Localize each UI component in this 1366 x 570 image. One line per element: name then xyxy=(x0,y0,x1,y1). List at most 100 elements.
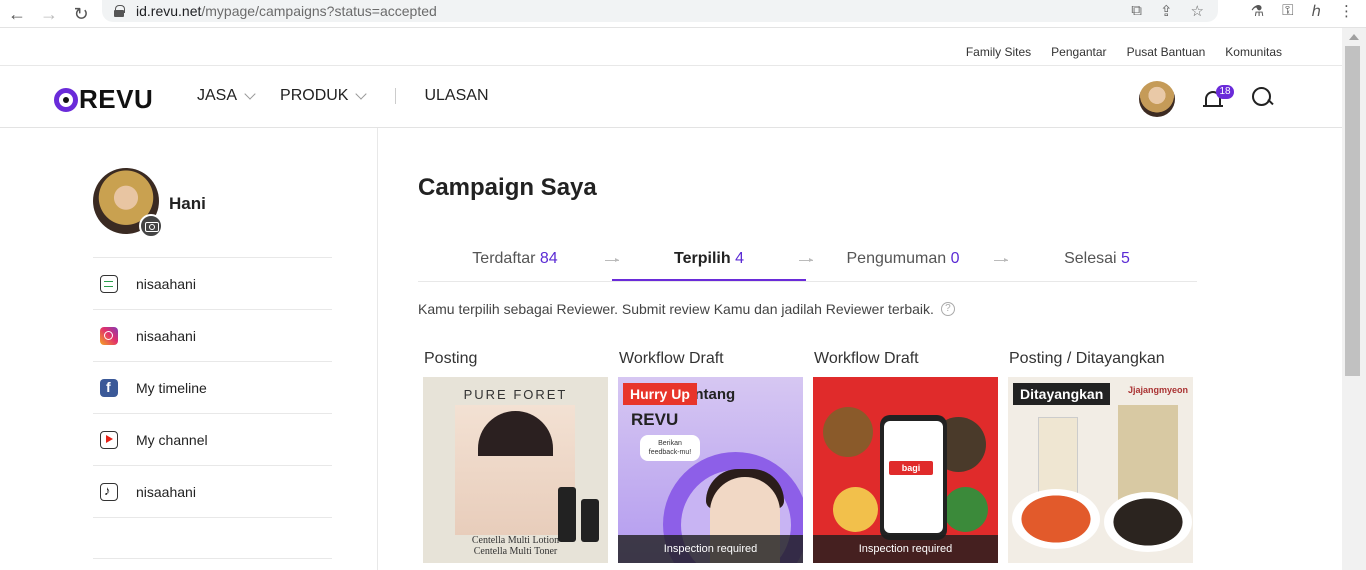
thumbnail-logo: REVU xyxy=(631,410,679,429)
campaign-main: Campaign Saya Terdaftar 84 Terpilih 4 Pe… xyxy=(378,128,1342,570)
card-status: Posting xyxy=(424,350,478,367)
channel-label: My channel xyxy=(136,431,208,448)
tab-terdaftar[interactable]: Terdaftar 84 xyxy=(418,240,612,281)
channel-facebook[interactable]: My timeline xyxy=(93,362,332,414)
komunitas-link[interactable]: Komunitas xyxy=(1225,45,1282,59)
tab-label: Terdaftar xyxy=(472,250,536,267)
tab-pengumuman[interactable]: Pengumuman 0 xyxy=(806,240,1000,281)
pusat-bantuan-link[interactable]: Pusat Bantuan xyxy=(1127,45,1206,59)
tab-label: Selesai xyxy=(1064,250,1117,267)
lock-icon[interactable] xyxy=(114,5,125,17)
thumbnail-brand: Jjajangmyeon xyxy=(1128,385,1189,395)
share-icon[interactable]: ⇪ xyxy=(1160,2,1173,20)
channel-instagram[interactable]: nisaahani xyxy=(93,310,332,362)
notification-button[interactable]: 18 xyxy=(1203,85,1234,108)
channel-label: nisaahani xyxy=(136,327,196,344)
tab-count: 5 xyxy=(1121,250,1130,267)
arrow-right-icon xyxy=(605,258,619,262)
browser-toolbar: ← → ↻ id.revu.net/mypage/campaigns?statu… xyxy=(0,0,1366,28)
revu-logo[interactable]: REVU xyxy=(54,84,153,115)
pengantar-link[interactable]: Pengantar xyxy=(1051,45,1106,59)
tab-selesai[interactable]: Selesai 5 xyxy=(1000,240,1194,281)
notice-text: Kamu terpilih sebagai Reviewer. Submit r… xyxy=(418,301,934,317)
tab-label: Pengumuman xyxy=(846,250,947,267)
bookmark-star-icon[interactable]: ☆ xyxy=(1191,2,1204,20)
campaign-card[interactable]: Posting PURE FORET Centella Multi Lotion… xyxy=(423,350,608,563)
main-menu: JASA PRODUK ULASAN xyxy=(197,87,515,105)
reload-icon[interactable]: ↻ xyxy=(72,5,90,23)
card-thumbnail[interactable]: PURE FORET Centella Multi Lotion Centell… xyxy=(423,377,608,563)
campaign-card[interactable]: Workflow Draft Tentang REVU Berikan feed… xyxy=(618,350,803,563)
url-host: id.revu.net xyxy=(136,3,202,19)
notification-badge: 18 xyxy=(1216,85,1234,99)
camera-icon[interactable] xyxy=(139,214,163,238)
extension-lab-icon[interactable]: ⚗ xyxy=(1251,2,1264,20)
browser-nav: ← → ↻ xyxy=(0,5,100,23)
tiktok-icon xyxy=(100,482,118,501)
menu-ulasan-label: ULASAN xyxy=(424,87,489,104)
tab-count: 4 xyxy=(735,250,744,267)
scroll-up-arrow-icon[interactable] xyxy=(1349,34,1359,40)
menu-divider xyxy=(395,88,397,104)
inspection-overlay: Inspection required xyxy=(618,535,803,563)
menu-jasa[interactable]: JASA xyxy=(197,87,256,105)
scrollbar-thumb[interactable] xyxy=(1345,46,1360,376)
tab-label: Terpilih xyxy=(674,250,731,267)
channel-label: My timeline xyxy=(136,379,207,396)
page-title: Campaign Saya xyxy=(418,174,597,201)
sidebar-divider xyxy=(93,558,332,559)
site-header: REVU JASA PRODUK ULASAN 18 xyxy=(0,67,1342,128)
menu-produk[interactable]: PRODUK xyxy=(280,87,368,105)
tab-count: 0 xyxy=(950,250,960,267)
campaign-tabs: Terdaftar 84 Terpilih 4 Pengumuman 0 Sel… xyxy=(418,240,1197,282)
card-thumbnail[interactable]: Jjajangmyeon Ditayangkan xyxy=(1008,377,1193,563)
thumbnail-bubble: Berikan feedback-mu! xyxy=(640,435,700,461)
campaign-card[interactable]: Posting / Ditayangkan Jjajangmyeon Ditay… xyxy=(1008,350,1193,563)
translate-icon[interactable]: ⧉ xyxy=(1131,2,1142,20)
tab-terpilih[interactable]: Terpilih 4 xyxy=(612,240,806,281)
url-path: /mypage/campaigns?status=accepted xyxy=(201,3,437,19)
tab-count: 84 xyxy=(539,250,558,267)
channel-youtube[interactable]: My channel xyxy=(93,414,332,466)
signature-extension-icon[interactable]: ℎ xyxy=(1311,2,1321,20)
card-status: Workflow Draft xyxy=(619,350,724,367)
family-sites-link[interactable]: Family Sites xyxy=(966,45,1031,59)
youtube-icon xyxy=(100,430,118,449)
chevron-down-icon xyxy=(355,87,368,100)
channel-tiktok[interactable]: nisaahani xyxy=(93,466,332,518)
card-thumbnail[interactable]: Tentang REVU Berikan feedback-mu! Hurry … xyxy=(618,377,803,563)
channel-blog[interactable]: nisaahani xyxy=(93,258,332,310)
search-icon[interactable] xyxy=(1252,87,1272,107)
logo-eye-icon xyxy=(54,87,78,112)
card-status: Workflow Draft xyxy=(814,350,919,367)
header-avatar[interactable] xyxy=(1139,81,1175,117)
instagram-icon xyxy=(100,326,118,345)
ditayangkan-badge: Ditayangkan xyxy=(1013,383,1111,405)
channel-list: nisaahani nisaahani My timeline My chann… xyxy=(93,257,332,518)
help-icon[interactable]: ? xyxy=(940,302,955,316)
card-thumbnail[interactable]: bagi Inspection required xyxy=(813,377,998,563)
menu-ulasan[interactable]: ULASAN xyxy=(424,87,488,105)
hurry-up-badge: Hurry Up xyxy=(623,383,697,405)
key-icon[interactable]: ⚿ xyxy=(1282,2,1293,20)
chevron-down-icon xyxy=(244,87,256,100)
blog-icon xyxy=(100,274,118,293)
address-bar[interactable]: id.revu.net/mypage/campaigns?status=acce… xyxy=(102,0,1218,22)
extensions: ⚗ ⚿ ℎ ⋮ xyxy=(1251,2,1354,20)
utility-bar: Family Sites Pengantar Pusat Bantuan Kom… xyxy=(0,28,1342,66)
inspection-overlay: Inspection required xyxy=(813,535,998,563)
page-scrollbar[interactable] xyxy=(1342,28,1366,570)
forward-icon[interactable]: → xyxy=(40,5,58,23)
menu-jasa-label: JASA xyxy=(197,87,238,104)
profile-name: Hani xyxy=(169,194,206,213)
channel-label: nisaahani xyxy=(136,483,196,500)
browser-menu-icon[interactable]: ⋮ xyxy=(1339,2,1354,20)
campaign-card[interactable]: Workflow Draft bagi Inspection required xyxy=(813,350,998,563)
logo-text: REVU xyxy=(79,84,154,114)
card-status: Posting / Ditayangkan xyxy=(1009,350,1165,367)
utility-links: Family Sites Pengantar Pusat Bantuan Kom… xyxy=(966,45,1282,59)
thumbnail-caption: Centella Multi Lotion Centella Multi Ton… xyxy=(471,535,560,557)
back-icon[interactable]: ← xyxy=(8,5,26,23)
thumbnail-brand: PURE FORET xyxy=(463,387,568,402)
facebook-icon xyxy=(100,378,118,397)
